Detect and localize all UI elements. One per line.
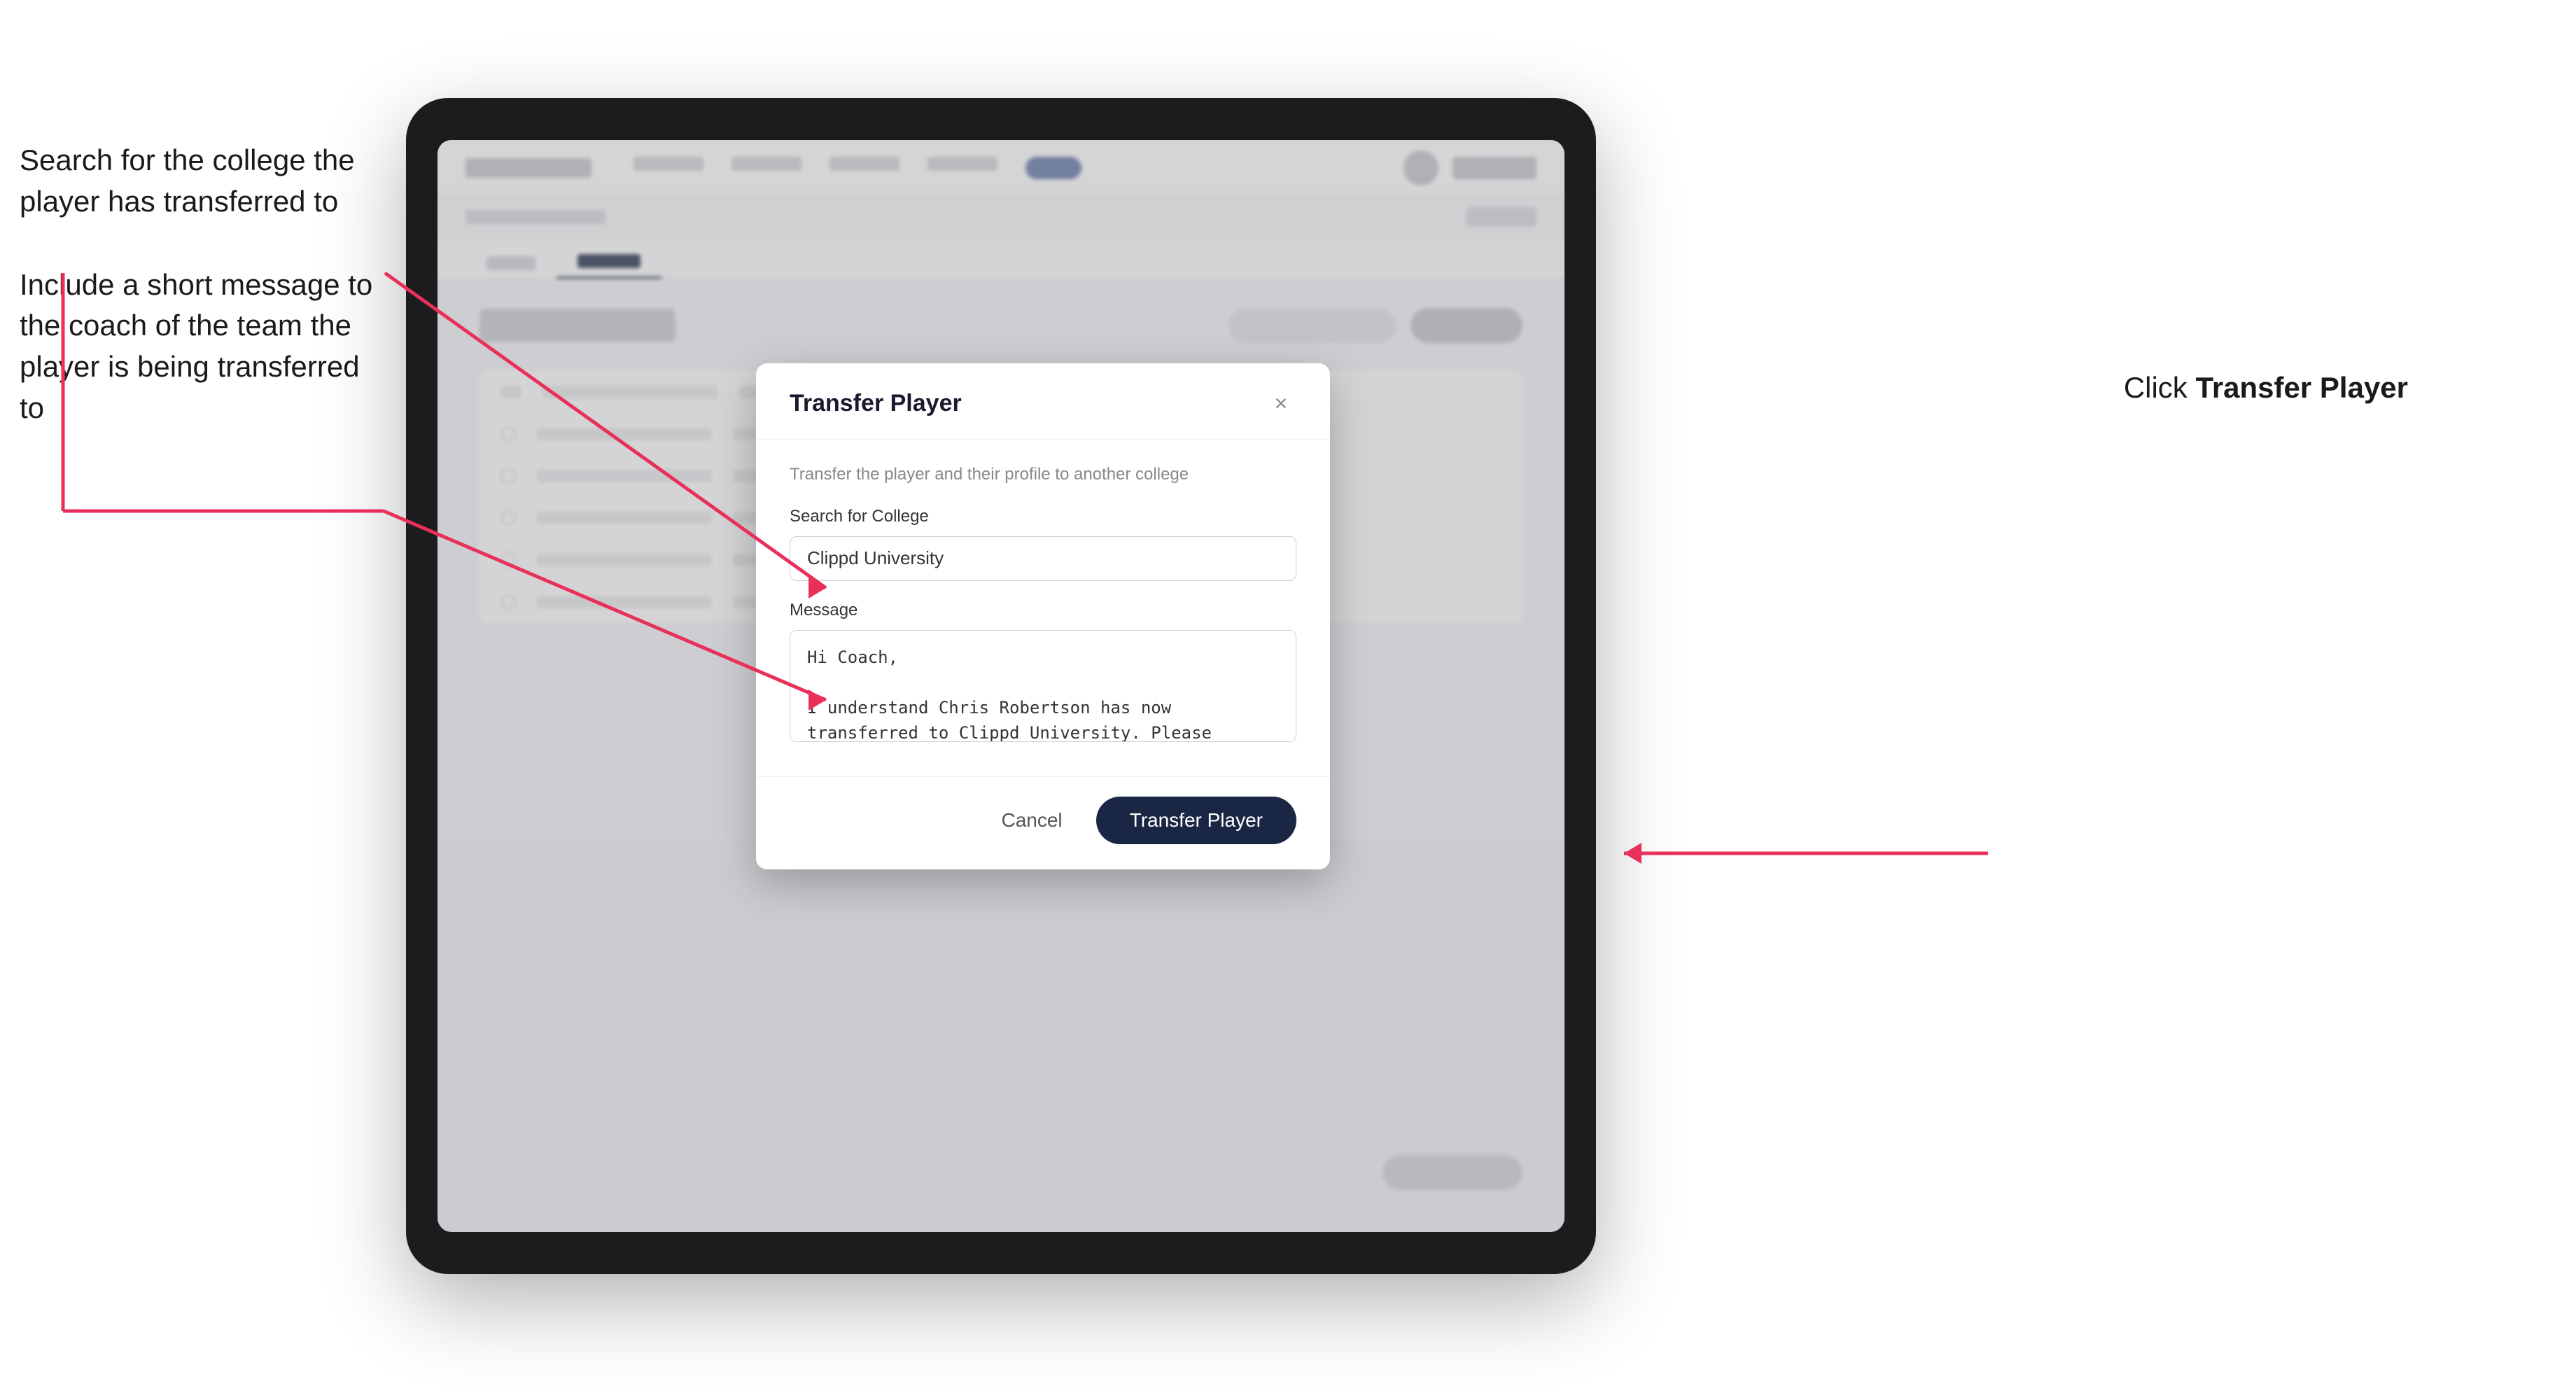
- left-annotations: Search for the college the player has tr…: [20, 140, 384, 471]
- modal-title: Transfer Player: [790, 390, 962, 417]
- modal-overlay: Transfer Player × Transfer the player an…: [438, 140, 1564, 1232]
- right-annotation: Click Transfer Player: [2124, 371, 2408, 405]
- tablet-frame: Transfer Player × Transfer the player an…: [406, 98, 1596, 1274]
- message-label: Message: [790, 601, 1296, 620]
- tablet-screen: Transfer Player × Transfer the player an…: [438, 140, 1564, 1232]
- annotation-search: Search for the college the player has tr…: [20, 140, 384, 223]
- transfer-player-button[interactable]: Transfer Player: [1096, 797, 1296, 844]
- modal-close-button[interactable]: ×: [1266, 388, 1296, 419]
- cancel-button[interactable]: Cancel: [984, 801, 1079, 840]
- modal-subtitle: Transfer the player and their profile to…: [790, 465, 1296, 484]
- modal-footer: Cancel Transfer Player: [756, 776, 1330, 869]
- message-textarea[interactable]: Hi Coach, I understand Chris Robertson h…: [790, 630, 1296, 742]
- search-college-input[interactable]: [790, 536, 1296, 581]
- search-college-label: Search for College: [790, 507, 1296, 526]
- modal-body: Transfer the player and their profile to…: [756, 440, 1330, 776]
- modal-header: Transfer Player ×: [756, 363, 1330, 440]
- transfer-player-dialog: Transfer Player × Transfer the player an…: [756, 363, 1330, 869]
- annotation-transfer-player-bold: Transfer Player: [2195, 371, 2408, 404]
- annotation-message: Include a short message to the coach of …: [20, 265, 384, 429]
